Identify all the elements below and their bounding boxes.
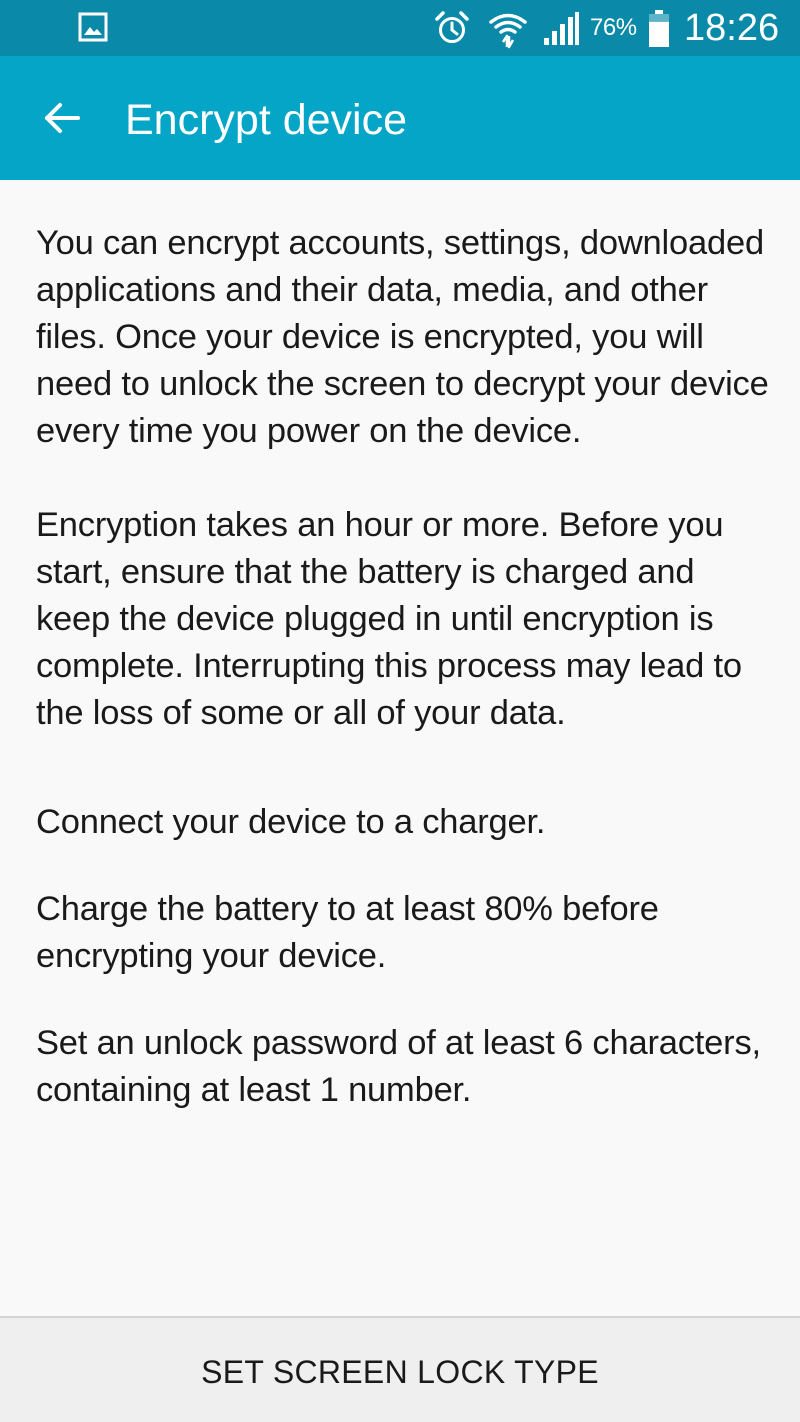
- encryption-info: You can encrypt accounts, settings, down…: [36, 220, 776, 1114]
- status-clock: 18:26: [684, 7, 780, 49]
- battery-icon: [649, 10, 669, 47]
- page-title: Encrypt device: [125, 96, 408, 144]
- back-arrow-icon: [45, 103, 80, 133]
- wifi-icon: [489, 13, 527, 49]
- intro-paragraph: You can encrypt accounts, settings, down…: [36, 224, 769, 450]
- warning-paragraph: Encryption takes an hour or more. Before…: [36, 506, 742, 732]
- requirement-password: Set an unlock password of at least 6 cha…: [36, 1024, 761, 1109]
- signal-icon: [544, 12, 579, 45]
- set-screen-lock-type-button[interactable]: SET SCREEN LOCK TYPE: [0, 1318, 800, 1422]
- back-button[interactable]: [30, 86, 94, 150]
- status-bar: 76% 18:26: [0, 0, 800, 56]
- requirement-battery: Charge the battery to at least 80% befor…: [36, 890, 659, 975]
- gallery-icon: [78, 12, 108, 42]
- bottom-action-bar: SET SCREEN LOCK TYPE: [0, 1316, 800, 1422]
- app-bar: Encrypt device: [0, 56, 800, 180]
- requirement-charger: Connect your device to a charger.: [36, 803, 546, 841]
- battery-percentage: 76%: [590, 14, 637, 41]
- alarm-icon: [435, 11, 469, 43]
